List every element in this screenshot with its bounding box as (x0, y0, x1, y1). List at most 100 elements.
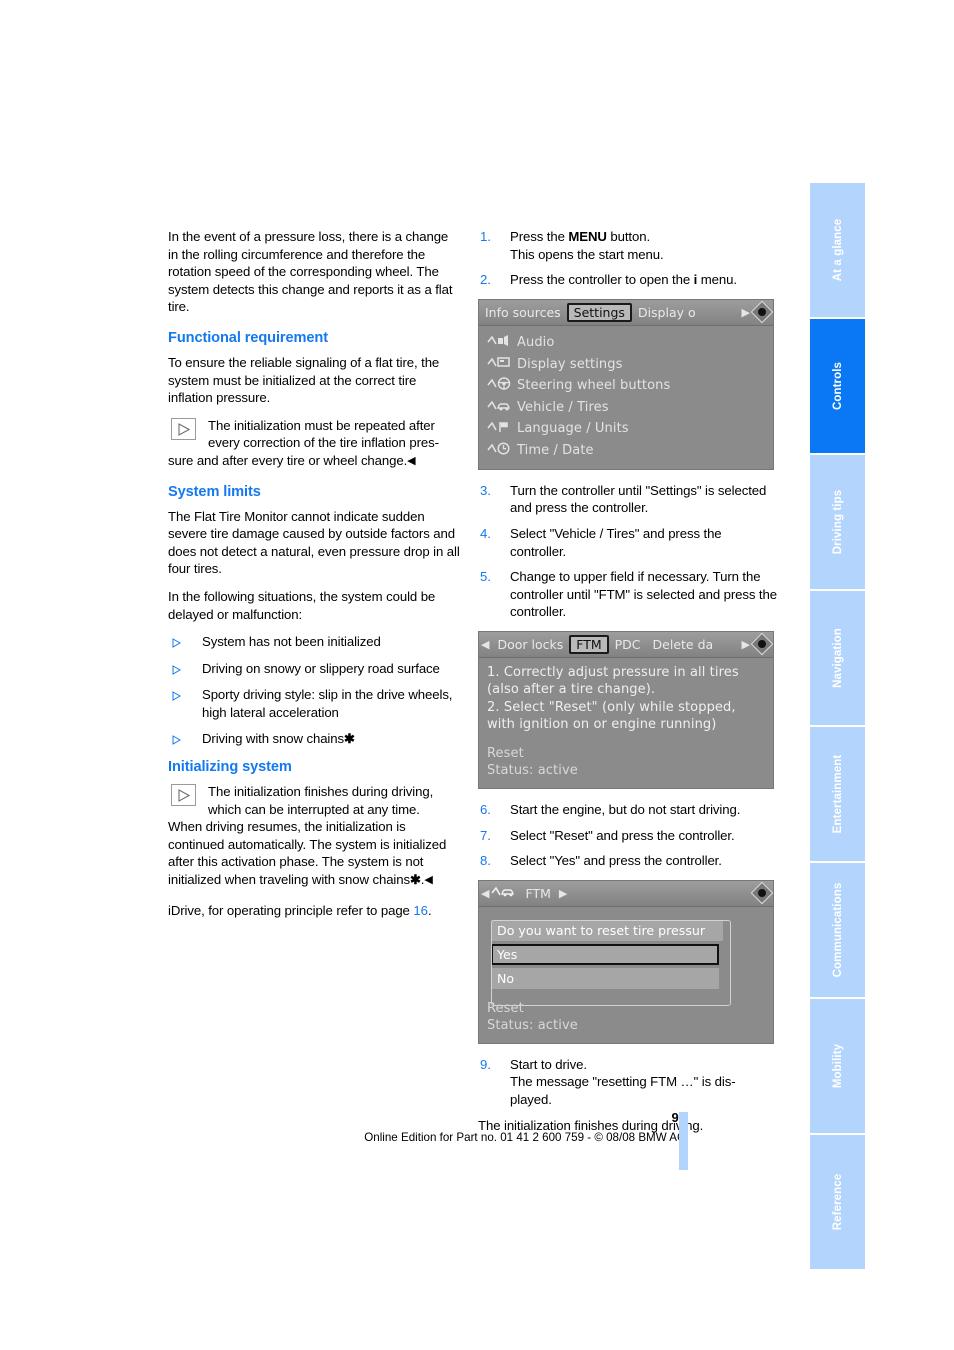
sidebar-tab-label: At a glance (831, 218, 844, 282)
idrive-tab-pdc[interactable]: PDC (609, 636, 647, 653)
flag-icon (487, 419, 517, 438)
step-text: Start the engine, but do not start drivi… (510, 801, 741, 817)
sidebar-tab-label: Reference (831, 1173, 844, 1231)
step-number: 4. (480, 525, 491, 541)
idrive-tab-settings[interactable]: Settings (566, 302, 632, 322)
step-text-post: menu. (697, 272, 737, 288)
idrive-tab-bar: Info sources Settings Display o ▶ (479, 299, 773, 326)
list-item-label: Driving on snowy or slippery road surfac… (202, 660, 440, 676)
heading-system-limits: System limits (168, 483, 261, 500)
sidebar-tab-driving-tips[interactable]: Driving tips (810, 455, 865, 589)
idrive-reference-line: iDrive, for operating principle refer to… (168, 902, 460, 920)
list-item[interactable]: Steering wheel buttons (487, 375, 765, 397)
system-limits-paragraph-1: The Flat Tire Monitor cannot indicate su… (168, 508, 460, 577)
list-item-label: Vehicle / Tires (517, 399, 609, 415)
system-limits-bullet-list: System has not been initialized Driving … (168, 633, 460, 748)
list-item: Driving with snow chains✱ (168, 730, 460, 748)
end-marker-icon: ◀ (407, 454, 416, 467)
step-number: 7. (480, 827, 491, 843)
bullet-triangle-icon (172, 662, 182, 680)
controller-diamond-icon (750, 300, 773, 324)
controller-diamond-icon (750, 881, 773, 905)
step-text-line2: This opens the start menu. (510, 246, 664, 262)
step-8: 8. Select "Yes" and press the controller… (478, 852, 778, 870)
list-item[interactable]: Time / Date (487, 439, 765, 461)
step-text: Turn the controller until "Settings" is … (510, 482, 767, 516)
chevron-left-icon[interactable]: ◀ (479, 887, 491, 900)
sidebar-tab-label: Navigation (831, 628, 844, 688)
intro-paragraph: In the event of a pressure loss, there i… (168, 229, 453, 315)
idrive-menu-list: Audio Display settings Steering wheel bu… (479, 326, 773, 469)
sidebar-tab-label: Entertainment (831, 754, 844, 834)
heading-functional-requirement: Functional requirement (168, 329, 328, 346)
idrive-tab-display[interactable]: Display o (632, 304, 702, 321)
step-text-line1: Start to drive. (510, 1056, 587, 1072)
idrive-screenshot-reset-dialog: ◀ FTM ▶ Do you want to reset tire pressu… (478, 879, 774, 1044)
list-item: Sporty driving style: slip in the drive … (168, 686, 460, 721)
sidebar-tab-mobility[interactable]: Mobility (810, 999, 865, 1133)
car-icon (487, 398, 517, 417)
sidebar-tab-communications[interactable]: Communications (810, 863, 865, 997)
page-number: 91 (0, 1110, 686, 1125)
idrive-tab-ftm[interactable]: FTM (569, 634, 609, 654)
list-item: Driving on snowy or slippery road surfac… (168, 660, 460, 678)
sidebar-tab-reference[interactable]: Reference (810, 1135, 865, 1269)
steps-group-4: 9. Start to drive. The message "resettin… (478, 1056, 778, 1109)
heading-initializing-system: Initializing system (168, 759, 292, 776)
step-5: 5. Change to upper field if necessary. T… (478, 568, 778, 621)
list-item-label: Audio (517, 335, 555, 351)
note-block-initialization: The initialization must be repeated afte… (168, 417, 460, 471)
page-cross-reference-link[interactable]: 16 (413, 903, 428, 918)
idrive-dialog-body: Do you want to reset tire pressur Yes No… (479, 907, 773, 1043)
idrive-tab-bar: ◀ Door locks FTM PDC Delete da ▶ (479, 631, 773, 658)
list-item[interactable]: Vehicle / Tires (487, 396, 765, 418)
list-item-label: Time / Date (517, 442, 594, 458)
step-9: 9. Start to drive. The message "resettin… (478, 1056, 778, 1109)
sidebar-tab-at-a-glance[interactable]: At a glance (810, 183, 865, 317)
clock-icon (487, 441, 517, 460)
step-text: Select "Reset" and press the controller. (510, 827, 735, 843)
step-text-pre: Press the controller to open the (510, 272, 694, 288)
step-number: 8. (480, 853, 491, 869)
ftm-instruction-line-3: 2. Select "Reset" (only while stopped, (487, 699, 736, 715)
note-initializing-line2: When driving resumes, the initialization… (168, 818, 460, 889)
note-text-line2: sure and after every tire or wheel chang… (168, 452, 460, 471)
idrive-screenshot-settings-menu: Info sources Settings Display o ▶ Audio (478, 298, 774, 470)
list-item: System has not been initialized (168, 633, 460, 651)
idrive-tab-info-sources[interactable]: Info sources (479, 304, 567, 321)
sidebar-tab-label: Mobility (831, 1043, 844, 1089)
steps-group-3: 6. Start the engine, but do not start dr… (478, 801, 778, 870)
list-item[interactable]: Display settings (487, 353, 765, 375)
ftm-reset-entry[interactable]: Reset (487, 745, 765, 763)
left-column: In the event of a pressure loss, there i… (168, 228, 460, 932)
sidebar-tab-controls[interactable]: Controls (810, 319, 865, 453)
idrive-reference-pre: iDrive, for operating principle refer to… (168, 902, 414, 918)
bullet-triangle-icon (172, 688, 182, 706)
bullet-triangle-icon (172, 635, 182, 653)
step-number: 3. (480, 482, 491, 498)
sidebar-tab-navigation[interactable]: Navigation (810, 591, 865, 725)
list-item[interactable]: Language / Units (487, 418, 765, 440)
list-item[interactable]: Audio (487, 332, 765, 354)
idrive-bar-right-cap: ▶ (740, 300, 773, 324)
list-item-label: Language / Units (517, 421, 629, 437)
step-7: 7. Select "Reset" and press the controll… (478, 827, 778, 845)
step-6: 6. Start the engine, but do not start dr… (478, 801, 778, 819)
chevron-left-icon[interactable]: ◀ (479, 638, 491, 651)
info-diamond-icon (750, 633, 773, 656)
chevron-right-icon[interactable]: ▶ (557, 887, 569, 900)
list-item-label: Steering wheel buttons (517, 378, 671, 394)
menu-button-label: MENU (568, 229, 607, 244)
display-icon (487, 355, 517, 374)
step-4: 4. Select "Vehicle / Tires" and press th… (478, 525, 778, 560)
dialog-bubble-outline (491, 919, 731, 1006)
idrive-tab-delete-data[interactable]: Delete da (647, 636, 720, 653)
manual-page: In the event of a pressure loss, there i… (0, 0, 954, 1350)
triangle-pointer-icon (171, 784, 196, 807)
note-initializing-line1: The initialization finishes during drivi… (208, 784, 434, 817)
sidebar-tab-entertainment[interactable]: Entertainment (810, 727, 865, 861)
idrive-tab-door-locks[interactable]: Door locks (491, 636, 569, 653)
step-text: Change to upper field if necessary. Turn… (510, 569, 777, 620)
idrive-screenshot-ftm: ◀ Door locks FTM PDC Delete da ▶ 1. Corr… (478, 630, 774, 789)
